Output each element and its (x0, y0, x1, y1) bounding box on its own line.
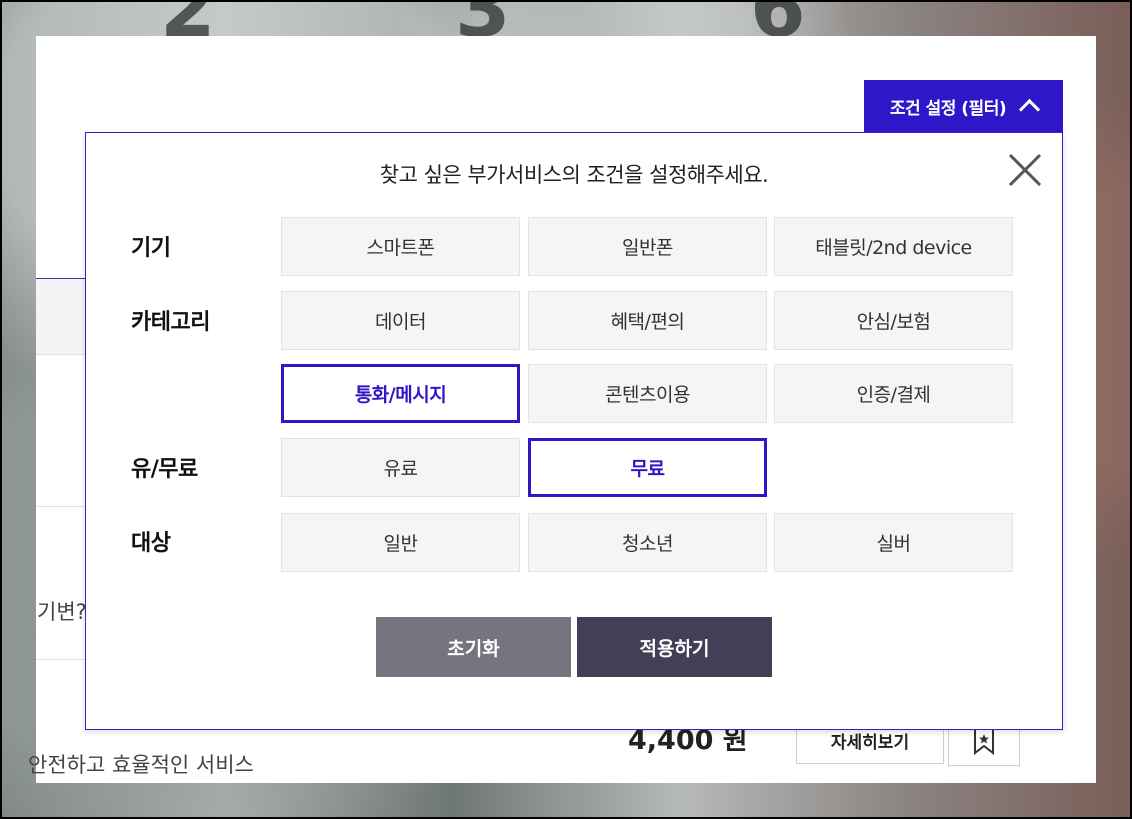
option-benefit[interactable]: 혜택/편의 (528, 291, 767, 350)
option-tablet[interactable]: 태블릿/2nd device (774, 217, 1013, 276)
filter-toggle-label: 조건 설정 (필터) (889, 98, 1007, 119)
option-general[interactable]: 일반 (281, 513, 520, 572)
row-label-target: 대상 (131, 531, 171, 556)
row-label-device: 기기 (131, 236, 171, 261)
option-free[interactable]: 무료 (528, 438, 767, 497)
option-youth[interactable]: 청소년 (528, 513, 767, 572)
option-smartphone[interactable]: 스마트폰 (281, 217, 520, 276)
option-insurance[interactable]: 안심/보험 (774, 291, 1013, 350)
row-label-category: 카테고리 (131, 310, 210, 335)
filter-toggle-button[interactable]: 조건 설정 (필터) (864, 80, 1063, 132)
close-icon (1008, 153, 1042, 187)
option-data[interactable]: 데이터 (281, 291, 520, 350)
apply-button[interactable]: 적용하기 (577, 617, 772, 677)
option-auth-payment[interactable]: 인증/결제 (774, 364, 1013, 423)
modal-title: 찾고 싶은 부가서비스의 조건을 설정해주세요. (379, 163, 769, 187)
option-contents[interactable]: 콘텐츠이용 (528, 364, 767, 423)
bookmark-icon (974, 728, 994, 755)
filter-modal: 찾고 싶은 부가서비스의 조건을 설정해주세요. 기기 스마트폰 일반폰 태블릿… (85, 132, 1063, 730)
row-label-fee: 유/무료 (131, 457, 198, 482)
chevron-up-icon (1019, 98, 1041, 120)
list-item-description: 기변? (37, 600, 87, 624)
close-button[interactable] (1004, 149, 1046, 191)
reset-button[interactable]: 초기화 (376, 617, 571, 677)
list-item-description: 안전하고 효율적인 서비스 (28, 753, 254, 777)
option-paid[interactable]: 유료 (281, 438, 520, 497)
option-silver[interactable]: 실버 (774, 513, 1013, 572)
option-call-message[interactable]: 통화/메시지 (281, 364, 520, 423)
option-feature-phone[interactable]: 일반폰 (528, 217, 767, 276)
